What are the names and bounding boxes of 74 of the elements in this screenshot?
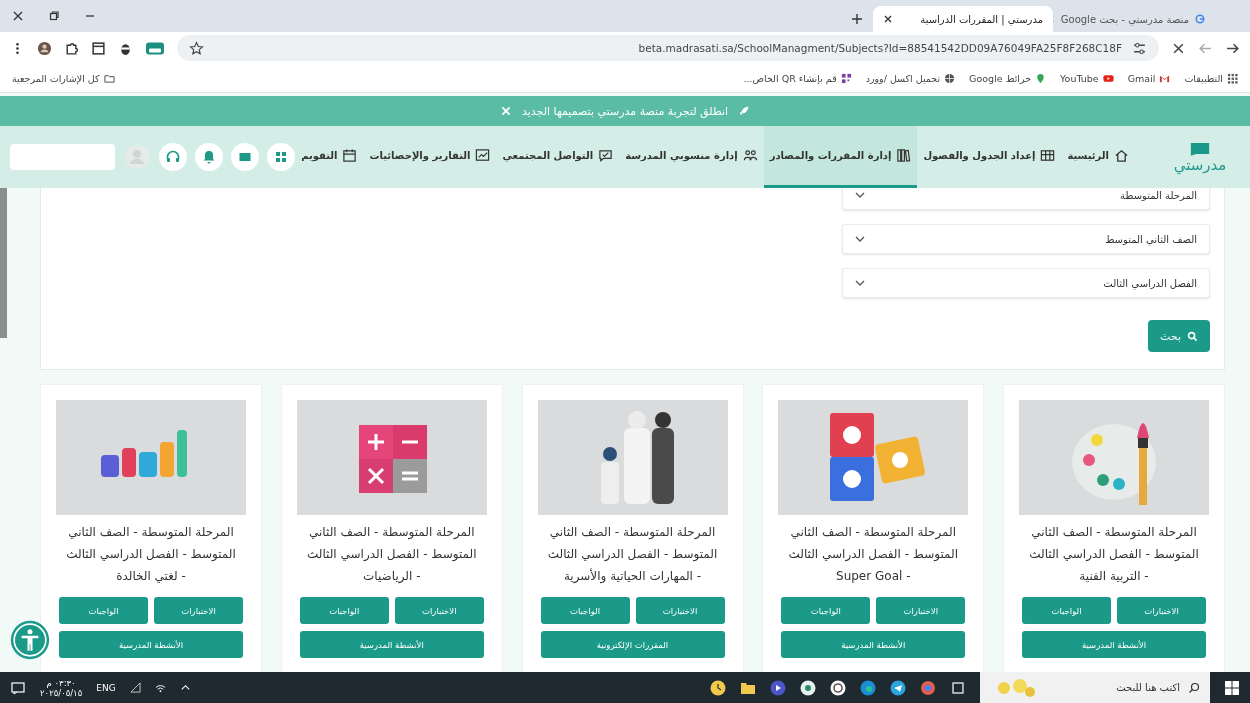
dropdown-select[interactable]: المرحلة المتوسطة <box>842 188 1210 210</box>
nav-link[interactable]: الرئيسية <box>1061 126 1135 188</box>
notification-bell-icon[interactable] <box>195 143 223 171</box>
logo-mark-icon <box>1189 140 1211 156</box>
search-icon <box>1187 330 1198 342</box>
media-player-icon[interactable] <box>770 679 786 696</box>
window-icon[interactable] <box>91 40 106 56</box>
windows-start-icon[interactable] <box>1224 679 1240 696</box>
bookmark[interactable]: خرائط Google <box>969 72 1047 84</box>
chevron-up-icon[interactable] <box>179 682 191 693</box>
puzzle-icon[interactable] <box>64 40 79 56</box>
nav-link[interactable]: إعداد الجدول والفصول <box>917 126 1062 188</box>
network-icon[interactable] <box>154 682 166 693</box>
calendar-icon <box>342 148 358 163</box>
course-title: المرحلة المتوسطة - الصف الثاني المتوسط - الفصل الدراسي الثالث - المهارات الحياتية والأسرية <box>546 524 719 586</box>
chrome-window-icon[interactable] <box>920 679 936 696</box>
chevron-down-icon <box>855 192 865 198</box>
chat-icon <box>598 148 614 163</box>
restore-icon[interactable] <box>48 10 60 22</box>
course-title: المرحلة المتوسطة - الصف الثاني المتوسط - الفصل الدراسي الثالث - Super Goal <box>787 524 959 585</box>
dropdown-select[interactable]: الفصل الدراسي الثالث <box>842 268 1210 298</box>
qr-code-icon <box>840 72 852 84</box>
people-icon <box>742 148 758 163</box>
map-pin-icon <box>1035 72 1047 84</box>
accessibility-icon[interactable] <box>10 620 50 660</box>
task-view-icon[interactable] <box>950 679 966 696</box>
scrollbar[interactable] <box>0 188 7 338</box>
headset-icon[interactable] <box>159 143 187 171</box>
paper-plane-icon[interactable] <box>890 679 906 696</box>
search-icon <box>1188 681 1200 694</box>
taskbar-date[interactable]: ٢٠٢٥/٠٥/١٥ <box>40 687 83 698</box>
chart-icon <box>475 148 491 163</box>
all-bookmarks[interactable]: كل الإشارات المرجعية <box>12 72 115 84</box>
star-icon[interactable] <box>189 40 204 56</box>
nav-link[interactable]: التقويم <box>295 126 364 188</box>
browser-tab[interactable]: مدرستي | المقررات الدراسية <box>873 6 1053 32</box>
course-title: المرحلة المتوسطة - الصف الثاني المتوسط - الفصل الدراسي الثالث - التربية الفنية <box>1028 524 1200 585</box>
notification-icon[interactable] <box>10 679 26 696</box>
books-icon <box>896 148 912 163</box>
nav-link[interactable]: إدارة منسوبي المدرسة <box>619 126 764 188</box>
dropdown-select[interactable]: الصف الثاني المتوسط <box>842 224 1210 254</box>
banner-text: انطلق لتجربة منصة مدرستي بتصميمها الجديد <box>521 104 729 118</box>
home-icon <box>1114 148 1129 163</box>
table-icon <box>1040 148 1056 163</box>
play-icon <box>1102 72 1114 84</box>
new-tab-icon[interactable] <box>851 13 863 25</box>
bookmark[interactable]: Gmail <box>1127 72 1171 84</box>
nav-link[interactable]: التقارير والإحصائيات <box>363 126 497 188</box>
mail-icon[interactable] <box>231 143 259 171</box>
chevron-down-icon <box>855 280 865 286</box>
apps-grid-icon[interactable] <box>267 143 295 171</box>
chevron-down-icon <box>855 236 865 242</box>
course-title: المرحلة المتوسطة - الصف الثاني المتوسط - الفصل الدراسي الثالث - لغتي الخالدة <box>65 524 237 585</box>
close-icon[interactable] <box>12 10 24 22</box>
folder-icon <box>103 72 115 84</box>
clock-icon[interactable] <box>710 679 726 696</box>
browser-edge-icon[interactable] <box>860 679 876 696</box>
bookmark[interactable]: قم بإنشاء QR الخاص... <box>743 72 852 84</box>
bookmark[interactable]: التطبيقات <box>1184 72 1238 84</box>
close-icon[interactable] <box>883 14 893 24</box>
tune-icon[interactable] <box>1132 40 1147 56</box>
extension-badge-icon[interactable] <box>145 40 165 56</box>
bookmark[interactable]: YouTube <box>1060 72 1114 84</box>
bookmark[interactable]: تحميل اكسل /وورد <box>865 72 956 84</box>
apps-grid-icon <box>1227 72 1238 84</box>
course-title: المرحلة المتوسطة - الصف الثاني المتوسط - الفصل الدراسي الثالث - الرياضيات <box>306 524 478 585</box>
nav-link[interactable]: إدارة المقررات والمصادر <box>763 126 918 188</box>
taskbar-time[interactable]: ٠٣:٣٠ م <box>46 677 76 688</box>
rocket-icon <box>738 105 751 117</box>
nav-link[interactable]: التواصل المجتمعي <box>496 126 620 188</box>
language-indicator[interactable]: ENG <box>96 682 116 693</box>
taskbar-search-field[interactable]: اكتب هنا للبحث <box>1068 681 1182 694</box>
profile-avatar-icon[interactable] <box>37 40 52 56</box>
address-bar[interactable]: beta.madrasati.sa/SchoolManagment/Subjects?Id=88541542DD09A76049FA25F8F268C18F <box>177 35 1159 61</box>
